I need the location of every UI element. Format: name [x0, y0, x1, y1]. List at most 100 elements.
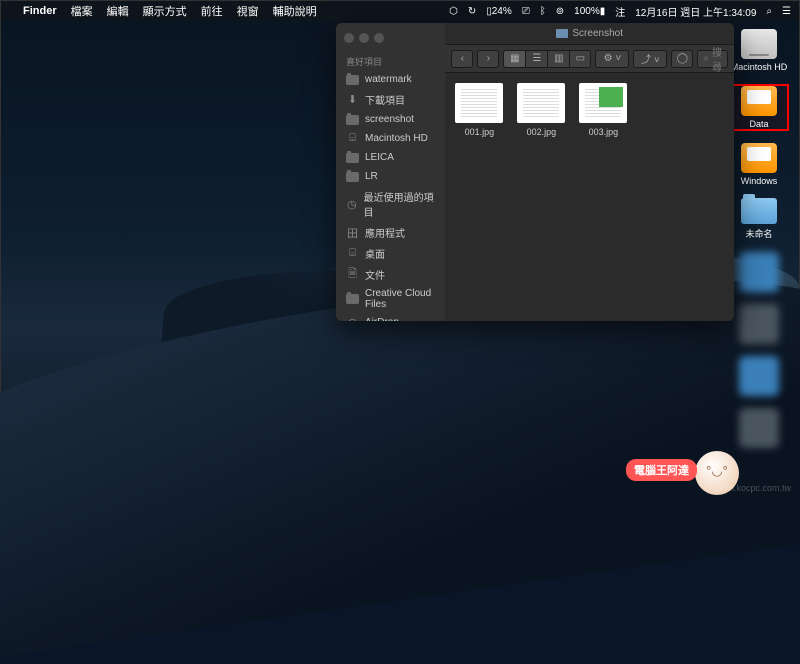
- sidebar-item-label: 桌面: [365, 246, 385, 261]
- sidebar-item[interactable]: LEICA: [336, 148, 445, 167]
- notification-center-icon[interactable]: ☰: [782, 6, 791, 17]
- folder-icon: [346, 113, 359, 126]
- file-name: 002.jpg: [527, 127, 557, 137]
- drive-label: Macintosh HD: [731, 62, 788, 72]
- sidebar-item-label: screenshot: [365, 114, 414, 125]
- sidebar-item[interactable]: ◎AirDrop: [336, 313, 445, 321]
- file-name: 003.jpg: [589, 127, 619, 137]
- menu-help[interactable]: 輔助說明: [273, 3, 317, 19]
- gallery-view-button[interactable]: ▭: [569, 50, 591, 68]
- clock-icon: ◷: [346, 198, 358, 211]
- sidebar-item[interactable]: ◷最近使用過的項目: [336, 186, 445, 222]
- desktop-folder-untitled[interactable]: 未命名: [729, 198, 789, 240]
- menu-window[interactable]: 視窗: [237, 3, 259, 19]
- hard-drive-icon: [741, 29, 777, 59]
- sidebar-item-label: Creative Cloud Files: [365, 288, 435, 310]
- desktop-icon: ⌸: [346, 247, 359, 260]
- finder-sidebar: 喜好項目 watermark⬇下載項目screenshot⌸Macintosh …: [336, 23, 445, 321]
- wifi-icon[interactable]: ⊚: [556, 6, 564, 17]
- drive-icon: ⌸: [346, 132, 359, 145]
- window-title: Screenshot: [572, 28, 623, 39]
- external-drive-icon: [741, 86, 777, 116]
- file-item[interactable]: 002.jpg: [517, 83, 565, 137]
- spotlight-icon[interactable]: ⌕: [766, 6, 772, 17]
- file-item[interactable]: 003.jpg: [579, 83, 627, 137]
- menu-go[interactable]: 前往: [201, 3, 223, 19]
- folder-icon: [346, 293, 359, 306]
- menubar: Finder 檔案 編輯 顯示方式 前往 視窗 輔助說明 ⬡ ↻ ▯24% ⎚ …: [1, 1, 799, 21]
- finder-toolbar: ‹ › ▦ ☰ ▥ ▭ ⚙ ˅ ⤴ ˅ ◯ ⌕ 搜尋: [445, 45, 734, 73]
- search-icon: ⌕: [703, 53, 709, 64]
- view-mode-group: ▦ ☰ ▥ ▭: [503, 50, 591, 68]
- desktop-item-blurred[interactable]: [729, 356, 789, 396]
- external-drive-icon: [741, 143, 777, 173]
- drive-label: Windows: [741, 176, 778, 186]
- input-source-icon[interactable]: 注: [615, 4, 625, 19]
- arrange-dropdown[interactable]: ⚙ ˅: [595, 50, 629, 68]
- sidebar-item-label: LR: [365, 171, 378, 182]
- search-input[interactable]: ⌕ 搜尋: [697, 50, 728, 68]
- zoom-button[interactable]: [374, 33, 384, 43]
- desktop-drive-macintosh-hd[interactable]: Macintosh HD: [729, 29, 789, 72]
- back-button[interactable]: ‹: [451, 50, 473, 68]
- file-thumbnail: [517, 83, 565, 123]
- column-view-button[interactable]: ▥: [547, 50, 569, 68]
- file-thumbnail: [579, 83, 627, 123]
- minimize-button[interactable]: [359, 33, 369, 43]
- sidebar-item[interactable]: ⬇下載項目: [336, 89, 445, 110]
- list-view-button[interactable]: ☰: [525, 50, 547, 68]
- sidebar-item-label: Macintosh HD: [365, 133, 428, 144]
- file-name: 001.jpg: [465, 127, 495, 137]
- folder-icon: [741, 198, 777, 224]
- sidebar-item[interactable]: screenshot: [336, 110, 445, 129]
- action-dropdown[interactable]: ⤴ ˅: [633, 50, 667, 68]
- sidebar-item[interactable]: 田應用程式: [336, 222, 445, 243]
- sidebar-item[interactable]: ⌸ 桌面: [336, 243, 445, 264]
- sidebar-item[interactable]: LR: [336, 167, 445, 186]
- finder-titlebar: Screenshot: [445, 23, 734, 45]
- file-thumbnail: [455, 83, 503, 123]
- menu-file[interactable]: 檔案: [71, 3, 93, 19]
- desktop-drive-windows[interactable]: Windows: [729, 143, 789, 186]
- sidebar-item[interactable]: Creative Cloud Files: [336, 285, 445, 313]
- watermark-bubble: 電腦王阿達: [626, 459, 697, 481]
- desktop-drive-data[interactable]: Data: [729, 84, 789, 131]
- menu-edit[interactable]: 編輯: [107, 3, 129, 19]
- finder-window: 喜好項目 watermark⬇下載項目screenshot⌸Macintosh …: [336, 23, 734, 321]
- sidebar-item[interactable]: watermark: [336, 70, 445, 89]
- sidebar-item[interactable]: 🗎 文件: [336, 264, 445, 285]
- battery-status[interactable]: 100% ▮: [574, 6, 605, 17]
- icon-view-button[interactable]: ▦: [503, 50, 525, 68]
- folder-icon: [346, 73, 359, 86]
- sidebar-item-label: 下載項目: [365, 92, 405, 107]
- dropbox-icon[interactable]: ⬡: [449, 6, 458, 17]
- watermark-url: www.kocpc.com.tw: [715, 483, 791, 493]
- sync-icon[interactable]: ↻: [468, 6, 476, 17]
- memory-status[interactable]: ▯24%: [486, 6, 512, 17]
- menubar-datetime[interactable]: 12月16日 週日 上午1:34:09: [635, 4, 756, 19]
- window-controls: [336, 27, 445, 49]
- finder-main: Screenshot ‹ › ▦ ☰ ▥ ▭ ⚙ ˅ ⤴ ˅ ◯ ⌕ 搜尋 00…: [445, 23, 734, 321]
- file-item[interactable]: 001.jpg: [455, 83, 503, 137]
- drive-label: Data: [749, 119, 768, 129]
- sidebar-item-label: AirDrop: [365, 317, 399, 321]
- close-button[interactable]: [344, 33, 354, 43]
- sidebar-item-label: watermark: [365, 74, 412, 85]
- file-grid[interactable]: 001.jpg 002.jpg 003.jpg: [445, 73, 734, 321]
- forward-button[interactable]: ›: [477, 50, 499, 68]
- menu-view[interactable]: 顯示方式: [143, 3, 187, 19]
- desktop-item-blurred[interactable]: [729, 408, 789, 448]
- desktop-item-blurred[interactable]: [729, 304, 789, 344]
- menubar-app-name[interactable]: Finder: [23, 5, 57, 17]
- desktop-icons: Macintosh HD Data Windows 未命名: [729, 29, 789, 448]
- folder-icon: [346, 170, 359, 183]
- bluetooth-icon[interactable]: ᛒ: [540, 6, 546, 17]
- apps-icon: 田: [346, 226, 359, 239]
- sidebar-item-label: 文件: [365, 267, 385, 282]
- sidebar-item[interactable]: ⌸ Macintosh HD: [336, 129, 445, 148]
- tags-button[interactable]: ◯: [671, 50, 693, 68]
- desktop-item-blurred[interactable]: [729, 252, 789, 292]
- display-icon[interactable]: ⎚: [522, 6, 530, 17]
- sidebar-item-label: LEICA: [365, 152, 394, 163]
- doc-icon: 🗎: [346, 268, 359, 281]
